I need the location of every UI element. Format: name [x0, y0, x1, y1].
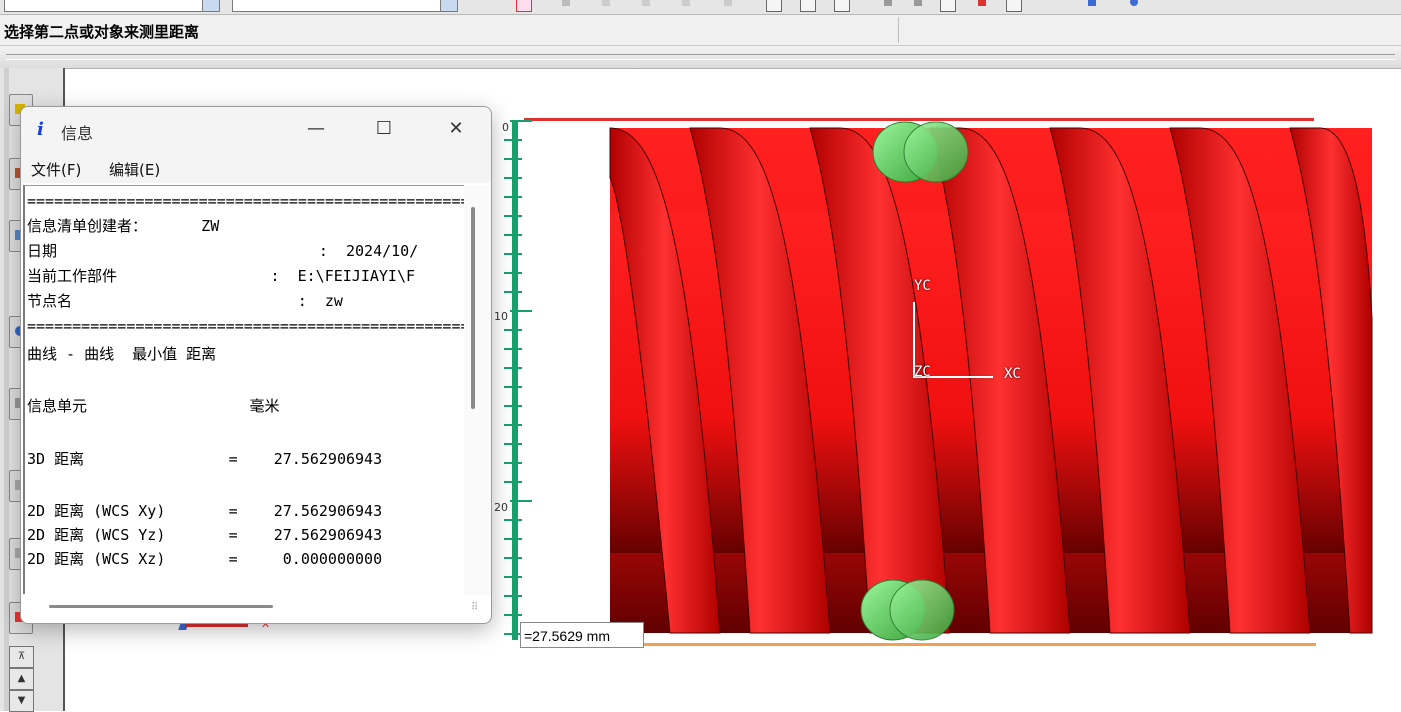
info-line: 信息单元 毫米: [27, 397, 280, 415]
ruler-tick: [504, 367, 522, 369]
information-window[interactable]: i 信息 — ☐ ✕ 文件(F) 编辑(E) =================…: [20, 106, 492, 624]
ruler-tick: [504, 443, 522, 445]
ruler-tick: [504, 234, 522, 236]
wcs-triad: YC ZC XC: [912, 278, 1032, 388]
maximize-button[interactable]: ☐: [369, 117, 399, 141]
menu-edit[interactable]: 编辑(E): [109, 159, 160, 180]
prompt-text: 选择第二点或对象来测里距离: [4, 23, 200, 41]
vertical-scrollbar[interactable]: [464, 185, 491, 595]
marker-icon[interactable]: [976, 0, 990, 10]
close-button[interactable]: ✕: [441, 117, 471, 141]
selection-filter-combo[interactable]: [4, 0, 220, 12]
ruler-tick: [504, 348, 522, 350]
resize-grip-icon[interactable]: ⠿: [471, 603, 483, 617]
select-icon[interactable]: [516, 0, 532, 12]
ruler-tick: [504, 424, 522, 426]
snap-icon[interactable]: [560, 0, 574, 10]
info-icon: i: [37, 119, 44, 140]
ruler-label-0: 0: [502, 121, 509, 134]
view-icon[interactable]: [800, 0, 816, 12]
ruler-tick: [504, 272, 522, 274]
ruler-tick: [504, 405, 522, 407]
horizontal-scroll-thumb[interactable]: [49, 605, 273, 608]
box-icon[interactable]: [1006, 0, 1022, 12]
info-text-area[interactable]: ========================================…: [23, 185, 466, 594]
view-icon[interactable]: [766, 0, 782, 12]
info-line: 2D 距离 (WCS Xy) = 27.562906943: [27, 502, 383, 520]
ruler-tick: [504, 462, 522, 464]
menu-bar: 文件(F) 编辑(E): [21, 153, 491, 183]
selection-scope-combo[interactable]: [232, 0, 458, 12]
ruler-tick: [504, 557, 522, 559]
window-titlebar[interactable]: i 信息 — ☐ ✕: [21, 107, 491, 153]
circle-icon[interactable]: [940, 0, 956, 12]
chevron-down-icon[interactable]: [202, 0, 219, 11]
ruler-tick: [510, 120, 532, 122]
help-icon[interactable]: [1128, 0, 1142, 10]
ruler-tick: [504, 158, 522, 160]
ruler-tick: [504, 329, 522, 331]
info-line: 2D 距离 (WCS Yz) = 27.562906943: [27, 526, 383, 544]
ruler-tick: [504, 538, 522, 540]
arrow-icon[interactable]: [722, 0, 736, 10]
dot-icon[interactable]: [912, 0, 926, 10]
splitter-bar[interactable]: [0, 46, 1401, 69]
point-icon[interactable]: [600, 0, 614, 10]
ruler-tick: [504, 291, 522, 293]
xc-label: XC: [1004, 366, 1021, 382]
ruler-tick: [504, 386, 522, 388]
ruler-tick: [504, 576, 522, 578]
yc-label: YC: [914, 278, 931, 294]
main-toolbar: [0, 0, 1401, 15]
ruler-tick: [504, 139, 522, 141]
ruler-tick: [504, 481, 522, 483]
info-line: 当前工作部件 : E:\FEIJIAYI\F: [27, 267, 416, 285]
menu-file[interactable]: 文件(F): [31, 159, 81, 180]
cue-line: 选择第二点或对象来测里距离: [0, 15, 1401, 46]
ruler-tick: [504, 196, 522, 198]
distance-readout: =27.5629 mm: [520, 622, 644, 648]
ruler-tick: [504, 519, 522, 521]
line-icon[interactable]: [882, 0, 896, 10]
info-line: ========================================…: [27, 192, 466, 210]
ruler-tick: [504, 253, 522, 255]
scroll-top-button[interactable]: ⊼: [9, 646, 34, 668]
info-line: 2D 距离 (WCS Xz) = 0.000000000: [27, 550, 383, 568]
ruler-tick: [504, 595, 522, 597]
measure-ruler: [512, 120, 518, 640]
window-title: 信息: [61, 124, 94, 143]
scroll-up-button[interactable]: ▲: [9, 668, 34, 690]
status-divider: [898, 17, 899, 43]
ruler-tick: [504, 614, 522, 616]
back-arrow-icon[interactable]: [1086, 0, 1100, 10]
midpoint-icon[interactable]: [680, 0, 694, 10]
point-icon[interactable]: [640, 0, 654, 10]
ruler-tick: [504, 215, 522, 217]
info-line: 节点名 : zw: [27, 292, 343, 310]
ruler-tick: [510, 500, 532, 502]
ruler-label-20: 20: [494, 501, 508, 514]
view-icon[interactable]: [834, 0, 850, 12]
info-line: ========================================…: [27, 317, 466, 335]
info-line: 3D 距离 = 27.562906943: [27, 450, 383, 468]
chevron-down-icon[interactable]: [440, 0, 457, 11]
ruler-tick: [504, 177, 522, 179]
info-line: 日期 : 2024/10/: [27, 242, 419, 260]
minimize-button[interactable]: —: [301, 117, 331, 141]
info-line: 信息清单创建者： ZW: [27, 217, 220, 235]
ruler-label-10: 10: [494, 310, 508, 323]
scroll-down-button[interactable]: ▼: [9, 690, 34, 712]
zc-label: ZC: [914, 364, 931, 380]
vertical-scroll-thumb[interactable]: [471, 207, 475, 409]
info-line: 曲线 - 曲线 最小值 距离: [27, 345, 217, 363]
ruler-tick: [510, 310, 532, 312]
